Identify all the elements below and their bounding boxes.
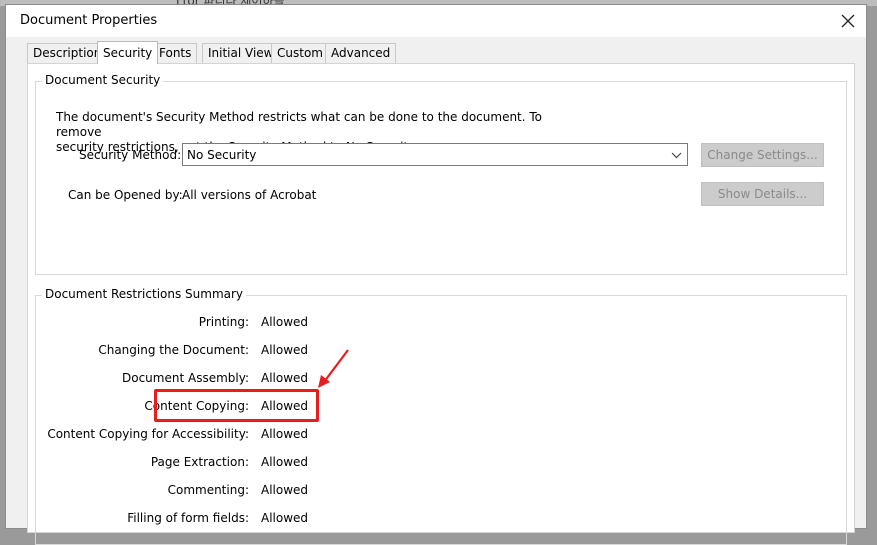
document-security-heading: Document Security [42,73,164,87]
restriction-label-commenting: Commenting: [167,483,249,497]
chevron-down-icon [671,152,682,159]
opened-by-value: All versions of Acrobat [182,188,317,202]
security-method-dropdown[interactable]: No Security [182,143,688,166]
security-tab-panel: Document Security The document's Securit… [27,63,855,545]
close-icon [841,14,855,28]
security-method-label: Security Method: [79,148,182,162]
close-button[interactable] [836,9,860,33]
show-details-button[interactable]: Show Details... [701,182,824,206]
tab-description[interactable]: Description [27,43,108,63]
restriction-label-page-extraction: Page Extraction: [150,455,249,469]
security-method-value: No Security [187,148,257,162]
change-settings-button[interactable]: Change Settings... [701,143,824,167]
tab-custom[interactable]: Custom [271,43,329,63]
restriction-value-page-extraction: Allowed [261,455,309,469]
restriction-value-copying-accessibility: Allowed [261,427,309,441]
tab-advanced[interactable]: Advanced [325,43,397,63]
content-copying-highlight-box [154,389,319,422]
restriction-value-assembly: Allowed [261,371,309,385]
dialog-title: Document Properties [20,13,158,28]
document-security-group: Document Security The document's Securit… [35,73,847,275]
restrictions-summary-group: Document Restrictions Summary Printing: … [35,287,847,545]
restrictions-summary-heading: Document Restrictions Summary [42,287,247,301]
restriction-value-form-filling: Allowed [261,511,309,525]
document-properties-dialog: Document Properties Description Security… [5,4,867,545]
restriction-value-commenting: Allowed [261,483,309,497]
red-arrow-annotation-icon [318,349,349,388]
tab-fonts[interactable]: Fonts [153,43,198,63]
restriction-label-changing: Changing the Document: [98,343,249,357]
tab-initial-view[interactable]: Initial View [202,43,280,63]
restriction-value-printing: Allowed [261,315,309,329]
title-bar: Document Properties [6,5,866,37]
tab-security[interactable]: Security [97,41,159,64]
restriction-label-assembly: Document Assembly: [122,371,249,385]
security-description-line-1: The document's Security Method restricts… [56,110,543,139]
restriction-label-copying-accessibility: Content Copying for Accessibility: [47,427,249,441]
opened-by-label: Can be Opened by: [68,188,183,202]
restriction-label-form-filling: Filling of form fields: [127,511,249,525]
restriction-label-printing: Printing: [198,315,249,329]
restriction-value-changing: Allowed [261,343,309,357]
